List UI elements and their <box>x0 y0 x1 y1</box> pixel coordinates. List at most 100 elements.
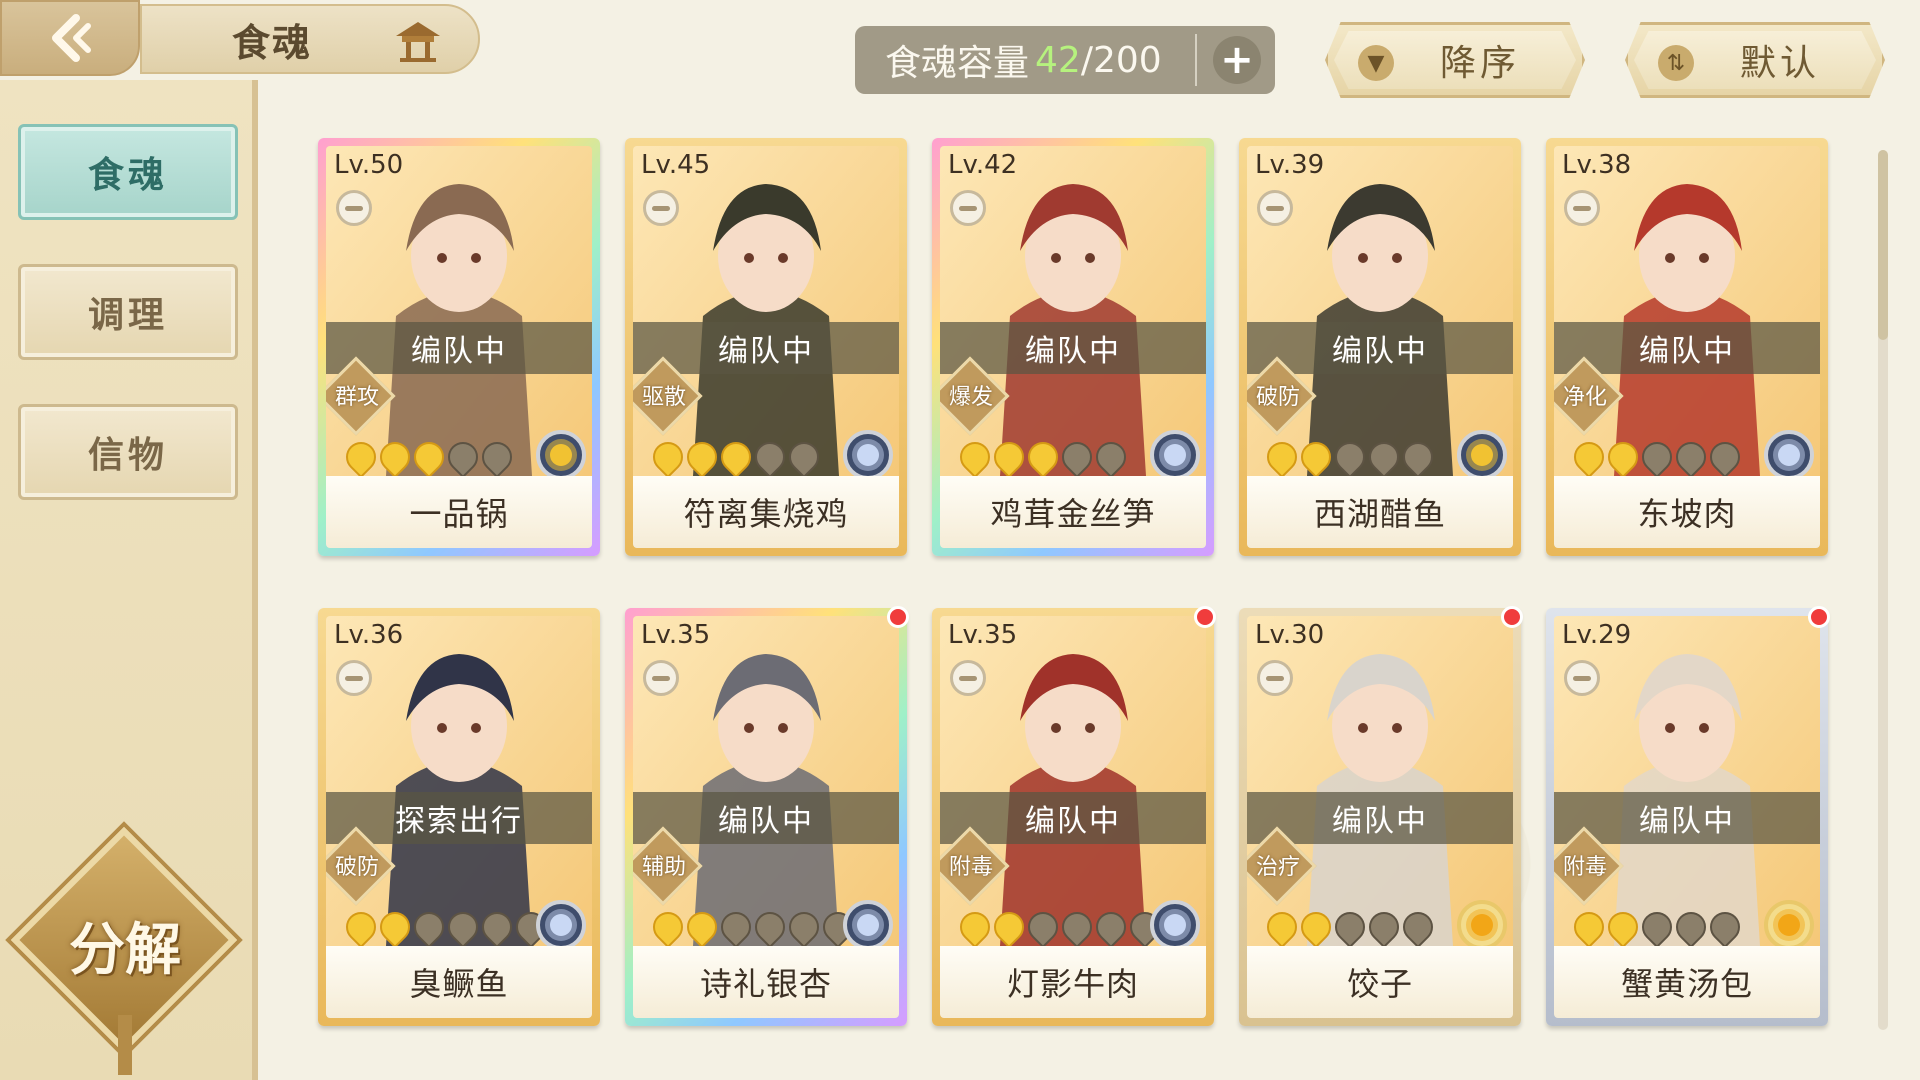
card-level: Lv.35 <box>641 620 711 650</box>
sort-mode-button[interactable]: ⇅ 默认 <box>1625 22 1885 98</box>
food-soul-card[interactable]: Lv.38 编队中 净化 东坡肉 <box>1546 138 1828 556</box>
card-name-plate: 符离集烧鸡 <box>633 476 899 548</box>
food-soul-card[interactable]: Lv.30 编队中 治疗 饺子 <box>1239 606 1523 1026</box>
food-soul-card[interactable]: Lv.35 编队中 附毒 灯影牛肉 <box>932 606 1216 1026</box>
scrollbar-thumb[interactable] <box>1878 150 1888 340</box>
element-flower-icon <box>1457 900 1507 950</box>
star-rating <box>339 435 519 479</box>
element-flower-icon <box>1150 900 1200 950</box>
sort-order-label: 降序 <box>1439 43 1520 84</box>
star-icon <box>953 435 997 479</box>
star-icon <box>1396 905 1440 949</box>
card-status-text: 编队中 <box>718 334 814 369</box>
food-soul-card[interactable]: Lv.39 编队中 破防 西湖醋鱼 <box>1239 138 1521 556</box>
star-icon <box>373 905 417 949</box>
capacity-display: 食魂容量 42 /200 + <box>855 26 1275 94</box>
food-soul-card[interactable]: Lv.29 编队中 附毒 蟹黄汤包 <box>1546 606 1830 1026</box>
card-name: 蟹黄汤包 <box>1620 965 1753 1003</box>
star-icon <box>646 435 690 479</box>
role-label: 附毒 <box>1562 855 1607 880</box>
flower-icon <box>550 914 572 936</box>
role-label: 治疗 <box>1255 855 1300 880</box>
star-rating <box>339 905 553 949</box>
bowl-icon <box>336 660 372 696</box>
card-inner: Lv.29 编队中 附毒 蟹黄汤包 <box>1554 616 1820 1018</box>
card-level: Lv.36 <box>334 620 404 650</box>
card-name: 灯影牛肉 <box>1006 965 1139 1003</box>
star-icon <box>475 435 519 479</box>
card-status-text: 编队中 <box>1332 334 1428 369</box>
star-icon <box>987 435 1031 479</box>
card-inner: Lv.36 探索出行 破防 臭鳜鱼 <box>326 616 592 1018</box>
card-name-plate: 灯影牛肉 <box>940 946 1206 1018</box>
sidebar-item-label: 食魂 <box>87 155 168 196</box>
flower-icon <box>1471 914 1493 936</box>
card-inner: Lv.45 编队中 驱散 符离集烧鸡 <box>633 146 899 548</box>
star-icon <box>748 905 792 949</box>
star-icon <box>1396 435 1440 479</box>
sidebar-item-label: 信物 <box>87 435 168 476</box>
bowl-icon <box>643 190 679 226</box>
card-level: Lv.29 <box>1562 620 1632 650</box>
flower-icon <box>550 444 572 466</box>
star-icon <box>1362 905 1406 949</box>
food-soul-card[interactable]: Lv.45 编队中 驱散 符离集烧鸡 <box>625 138 907 556</box>
star-rating <box>1567 905 1747 949</box>
sidebar-item-conditioning[interactable]: 调理 <box>18 264 238 360</box>
food-soul-card[interactable]: Lv.50 编队中 群攻 一品锅 <box>318 138 600 556</box>
bowl-icon <box>950 660 986 696</box>
food-soul-card[interactable]: Lv.35 编队中 辅助 诗礼银杏 <box>625 606 909 1026</box>
back-button[interactable] <box>0 0 140 76</box>
star-icon <box>680 435 724 479</box>
sort-order-button[interactable]: ▼ 降序 <box>1325 22 1585 98</box>
star-icon <box>1601 905 1645 949</box>
star-rating <box>1260 435 1440 479</box>
role-label: 群攻 <box>334 385 379 410</box>
star-icon <box>680 905 724 949</box>
bowl-icon <box>643 660 679 696</box>
star-rating <box>953 905 1167 949</box>
element-flower-icon <box>1457 430 1507 480</box>
expand-capacity-button[interactable]: + <box>1213 36 1261 84</box>
element-flower-icon <box>536 430 586 480</box>
star-icon <box>1328 905 1372 949</box>
element-flower-icon <box>1150 430 1200 480</box>
food-soul-grid: Lv.50 编队中 群攻 一品锅 Lv.45 编队中 驱散 符离集烧鸡 Lv.42 编队中 爆发 鸡茸… <box>318 138 1858 1038</box>
element-flower-icon <box>536 900 586 950</box>
star-icon <box>339 905 383 949</box>
swap-arrows-icon: ⇅ <box>1658 45 1694 81</box>
card-level: Lv.38 <box>1562 150 1632 180</box>
star-icon <box>1601 435 1645 479</box>
food-soul-card[interactable]: Lv.42 编队中 爆发 鸡茸金丝笋 <box>932 138 1214 556</box>
star-icon <box>1362 435 1406 479</box>
capacity-current: 42 <box>1035 39 1081 81</box>
page-title: 食魂 <box>232 20 313 65</box>
star-icon <box>1669 905 1713 949</box>
card-name: 西湖醋鱼 <box>1313 495 1446 533</box>
card-inner: Lv.35 编队中 辅助 诗礼银杏 <box>633 616 899 1018</box>
card-level: Lv.30 <box>1255 620 1325 650</box>
star-icon <box>373 435 417 479</box>
bowl-icon <box>336 190 372 226</box>
sort-mode-label: 默认 <box>1739 43 1820 84</box>
food-soul-card[interactable]: Lv.36 探索出行 破防 臭鳜鱼 <box>318 608 600 1026</box>
card-status-text: 编队中 <box>1332 804 1428 839</box>
star-icon <box>1260 435 1304 479</box>
star-icon <box>782 905 826 949</box>
sidebar-item-tokens[interactable]: 信物 <box>18 404 238 500</box>
card-name-plate: 诗礼银杏 <box>633 946 899 1018</box>
card-name-plate: 一品锅 <box>326 476 592 548</box>
card-inner: Lv.39 编队中 破防 西湖醋鱼 <box>1247 146 1513 548</box>
star-icon <box>1635 435 1679 479</box>
star-icon <box>1635 905 1679 949</box>
sidebar-item-food-souls[interactable]: 食魂 <box>18 124 238 220</box>
star-icon <box>475 905 519 949</box>
capacity-divider <box>1195 34 1197 86</box>
element-flower-icon <box>1764 430 1814 480</box>
plus-icon: + <box>1220 37 1254 83</box>
star-icon <box>1294 905 1338 949</box>
star-icon <box>782 435 826 479</box>
card-name-plate: 鸡茸金丝笋 <box>940 476 1206 548</box>
card-name: 鸡茸金丝笋 <box>990 495 1156 533</box>
star-icon <box>1567 905 1611 949</box>
